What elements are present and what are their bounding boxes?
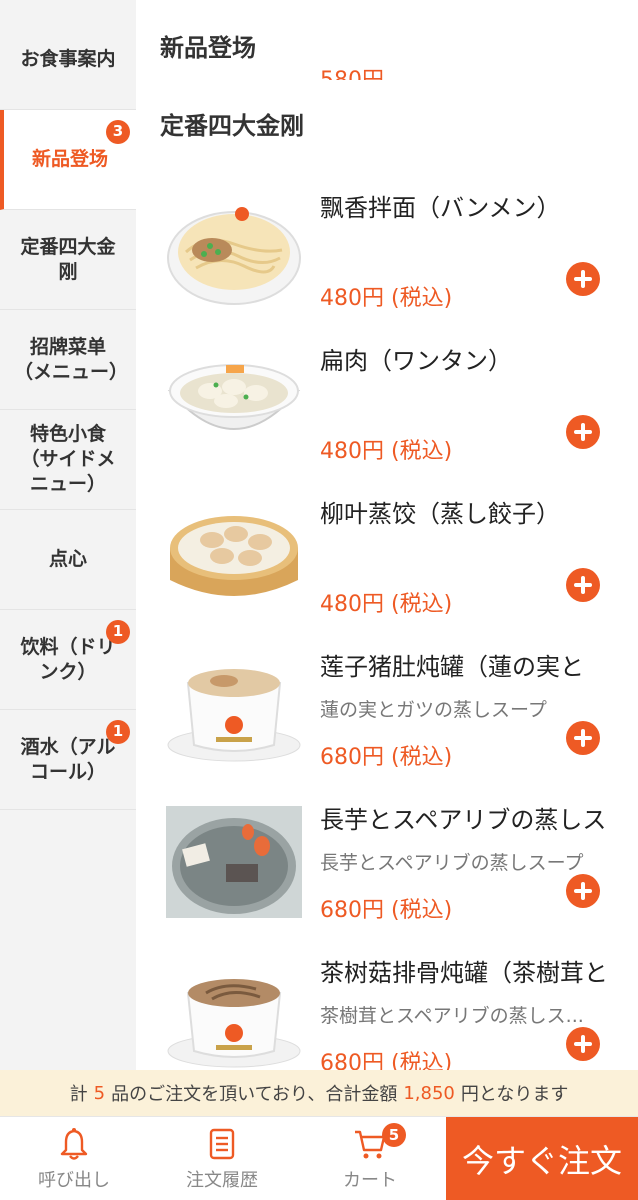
add-to-cart-button[interactable] [566, 1027, 600, 1061]
sidebar-item-label: 新品登场 [31, 148, 108, 171]
steamed-dumplings-image [170, 516, 298, 596]
item-name: 長芋とスペアリブの蒸しス [320, 806, 607, 834]
sidebar-item-alcohol[interactable]: 酒水（アルコール） 1 [0, 710, 136, 810]
sidebar-item-label: 饮料（ドリンク） [20, 635, 116, 683]
item-name: 柳叶蒸饺（蒸し餃子） [320, 500, 560, 528]
soup-pot-image [167, 669, 301, 762]
yam-rib-soup-image [166, 806, 302, 918]
menu-item[interactable]: 茶树菇排骨炖罐（茶樹茸と 茶樹茸とスペアリブの蒸しス... 680円 (税込) [136, 949, 638, 1070]
mushroom-soup-pot-image [167, 979, 301, 1068]
order-list-icon [209, 1128, 235, 1160]
count-badge: 3 [106, 120, 130, 144]
sidebar-item-new-arrivals[interactable]: 新品登场 3 [0, 110, 136, 210]
summary-total-amount: 1,850 [403, 1082, 455, 1104]
count-badge: 1 [106, 720, 130, 744]
cut-off-price: 580円 [320, 62, 384, 80]
menu-item[interactable]: 莲子猪肚炖罐（蓮の実と 蓮の実とガツの蒸しスープ 680円 (税込) [136, 643, 638, 796]
menu-list: 新品登场 580円 定番四大金刚 飘香拌面（バンメン） 480円 (税込) [136, 0, 638, 1070]
order-history-button[interactable]: 注文履歴 [148, 1117, 296, 1200]
item-price: 480円 (税込) [320, 439, 453, 464]
sidebar-item-label: 酒水（アルコール） [20, 735, 116, 783]
sidebar-item-label: 招牌菜单（メニュー） [14, 335, 129, 383]
item-name: 茶树菇排骨炖罐（茶樹茸と [320, 959, 608, 987]
noodle-bowl-image [167, 207, 301, 305]
wonton-soup-image [167, 364, 301, 430]
item-name: 扁肉（ワンタン） [320, 347, 512, 375]
menu-item[interactable]: 長芋とスペアリブの蒸しス 長芋とスペアリブの蒸しスープ 680円 (税込) [136, 796, 638, 949]
item-price: 480円 (税込) [320, 592, 453, 617]
item-name: 飘香拌面（バンメン） [320, 194, 561, 222]
section-title: 定番四大金刚 [160, 112, 304, 140]
sidebar-item-dining-guide[interactable]: お食事案内 [0, 10, 136, 110]
item-name: 莲子猪肚炖罐（蓮の実と [320, 653, 584, 681]
item-price: 480円 (税込) [320, 286, 453, 311]
item-price: 680円 (税込) [320, 1051, 453, 1070]
nav-label: 呼び出し [38, 1170, 110, 1191]
summary-item-count: 5 [93, 1082, 106, 1104]
sidebar-item-label: お食事案内 [20, 48, 116, 71]
sidebar-item-drinks[interactable]: 饮料（ドリンク） 1 [0, 610, 136, 710]
item-description: 蓮の実とガツの蒸しスープ [320, 699, 547, 721]
add-to-cart-button[interactable] [566, 721, 600, 755]
item-description: 茶樹茸とスペアリブの蒸しス... [320, 1005, 584, 1027]
item-price: 680円 (税込) [320, 745, 453, 770]
summary-suffix: 円となります [460, 1084, 569, 1105]
add-to-cart-button[interactable] [566, 874, 600, 908]
nav-label: カート [343, 1170, 397, 1191]
bottom-navigation: 呼び出し 注文履歴 カート 5 今すぐ注文 [0, 1116, 638, 1200]
call-staff-button[interactable]: 呼び出し [0, 1117, 148, 1200]
order-now-button[interactable]: 今すぐ注文 [446, 1117, 638, 1200]
bell-icon [60, 1128, 88, 1160]
add-to-cart-button[interactable] [566, 262, 600, 296]
order-summary-bar: 計 5 品のご注文を頂いており、合計金額 1,850 円となります [0, 1070, 638, 1116]
sidebar-item-label: 特色小食（サイドメニュー） [20, 423, 116, 495]
menu-item[interactable]: 柳叶蒸饺（蒸し餃子） 480円 (税込) [136, 490, 638, 643]
sidebar-item-classics[interactable]: 定番四大金刚 [0, 210, 136, 310]
menu-item[interactable]: 飘香拌面（バンメン） 480円 (税込) [136, 184, 638, 337]
summary-prefix: 計 [69, 1084, 88, 1105]
summary-middle-text: 品のご注文を頂いており、合計金額 [111, 1084, 398, 1105]
sidebar-item-label: 定番四大金刚 [20, 235, 116, 283]
cart-count-badge: 5 [382, 1123, 406, 1147]
nav-label: 注文履歴 [186, 1170, 258, 1191]
section-header-sticky: 新品登场 [160, 34, 256, 62]
sidebar-item-side-menu[interactable]: 特色小食（サイドメニュー） [0, 410, 136, 510]
cart-button[interactable]: カート 5 [296, 1117, 444, 1200]
add-to-cart-button[interactable] [566, 568, 600, 602]
sidebar-item-dim-sum[interactable]: 点心 [0, 510, 136, 610]
category-sidebar: お食事案内 新品登场 3 定番四大金刚 招牌菜单（メニュー） 特色小食（サイドメ… [0, 0, 136, 1070]
sidebar-item-signature-menu[interactable]: 招牌菜单（メニュー） [0, 310, 136, 410]
count-badge: 1 [106, 620, 130, 644]
item-price: 680円 (税込) [320, 898, 453, 923]
item-description: 長芋とスペアリブの蒸しスープ [320, 852, 584, 874]
add-to-cart-button[interactable] [566, 415, 600, 449]
sidebar-item-label: 点心 [48, 548, 87, 571]
menu-item[interactable]: 扁肉（ワンタン） 480円 (税込) [136, 337, 638, 490]
